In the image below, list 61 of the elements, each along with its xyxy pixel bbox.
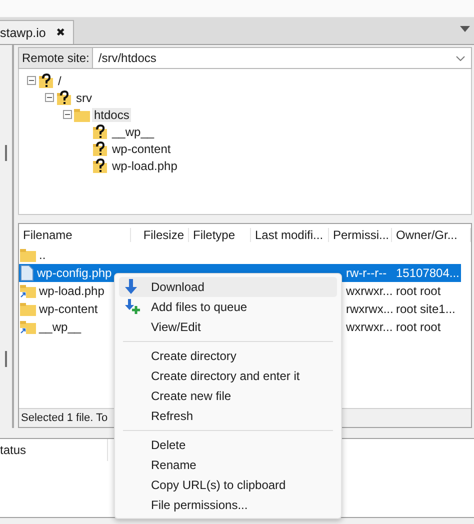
menu-item[interactable]: Delete — [119, 435, 337, 455]
collapse-toggle[interactable] — [63, 110, 72, 119]
chevron-down-icon[interactable] — [456, 56, 465, 60]
remote-path-field[interactable]: /srv/htdocs — [93, 47, 472, 69]
caret-icon[interactable] — [460, 26, 470, 32]
folder-icon — [20, 248, 36, 262]
file-name: wp-content — [39, 302, 98, 316]
download-arrow-icon — [125, 279, 137, 294]
menu-item[interactable]: View/Edit — [119, 317, 337, 337]
tab-title: stawp.io — [0, 26, 46, 40]
unknown-folder-icon — [92, 140, 108, 156]
add-to-queue-icon — [125, 299, 141, 315]
owner-cell-text: 15107804... — [395, 266, 460, 280]
column-header[interactable]: Filesize — [131, 228, 189, 242]
owner-cell-text: root site1... — [395, 302, 456, 316]
file-name: wp-load.php — [39, 284, 104, 298]
column-header[interactable]: Filetype — [189, 228, 251, 242]
unknown-folder-icon — [56, 90, 72, 106]
file-name: __wp__ — [39, 320, 82, 334]
folder-icon — [20, 302, 36, 316]
collapse-toggle[interactable] — [27, 76, 36, 85]
menu-item[interactable]: Refresh — [119, 406, 337, 426]
scrollbar-thumb[interactable] — [5, 351, 7, 367]
remote-site-label: Remote site: — [18, 47, 94, 69]
file-name: wp-config.php — [37, 266, 112, 280]
unknown-folder-icon — [38, 72, 54, 88]
column-header[interactable]: tatus — [0, 443, 26, 457]
permissions-cell-text: rwxrwx... — [345, 302, 392, 316]
unknown-folder-icon — [92, 124, 108, 140]
owner-cell-text: root root — [395, 320, 442, 334]
permissions-cell-text: rw-r--r-- — [345, 266, 388, 280]
permissions-cell-text: wxrwxr... — [345, 320, 392, 334]
menu-item[interactable]: Add files to queue — [119, 297, 337, 317]
tree-item[interactable]: srv — [74, 90, 94, 104]
selection-status: Selected 1 file. To — [21, 412, 108, 424]
owner-cell-text: root root — [395, 284, 442, 298]
menu-item[interactable]: Create directory — [119, 346, 337, 366]
menu-item[interactable]: Create directory and enter it — [119, 366, 337, 386]
menu-item[interactable]: Copy URL(s) to clipboard — [119, 475, 337, 495]
tree-item[interactable]: __wp__ — [110, 124, 156, 138]
column-header[interactable]: Last modifi... — [251, 228, 329, 242]
close-button[interactable]: ✖ — [56, 26, 65, 39]
menu-item[interactable]: Rename — [119, 455, 337, 475]
column-header[interactable]: Owner/Gr... — [392, 228, 471, 242]
tree-item[interactable]: wp-content — [110, 142, 173, 156]
permissions-cell-text: wxrwxr... — [345, 284, 392, 298]
tree-item[interactable]: / — [56, 74, 64, 88]
menu-item[interactable]: File permissions... — [119, 495, 337, 515]
tree-item[interactable]: htdocs — [92, 108, 132, 122]
tree-item[interactable]: wp-load.php — [110, 158, 180, 172]
menu-item[interactable]: Create new file — [119, 386, 337, 406]
file-name: .. — [39, 248, 46, 262]
file-icon — [20, 265, 34, 281]
menu-item[interactable]: Download — [119, 277, 337, 297]
column-header[interactable]: Filename — [19, 228, 131, 242]
unknown-folder-icon — [92, 158, 108, 174]
collapse-toggle[interactable] — [45, 93, 54, 102]
folder-icon — [74, 108, 90, 122]
site-tab[interactable]: stawp.io ✖ — [0, 20, 74, 44]
scrollbar-thumb[interactable] — [5, 145, 7, 161]
column-header[interactable]: Permissi... — [329, 228, 392, 242]
